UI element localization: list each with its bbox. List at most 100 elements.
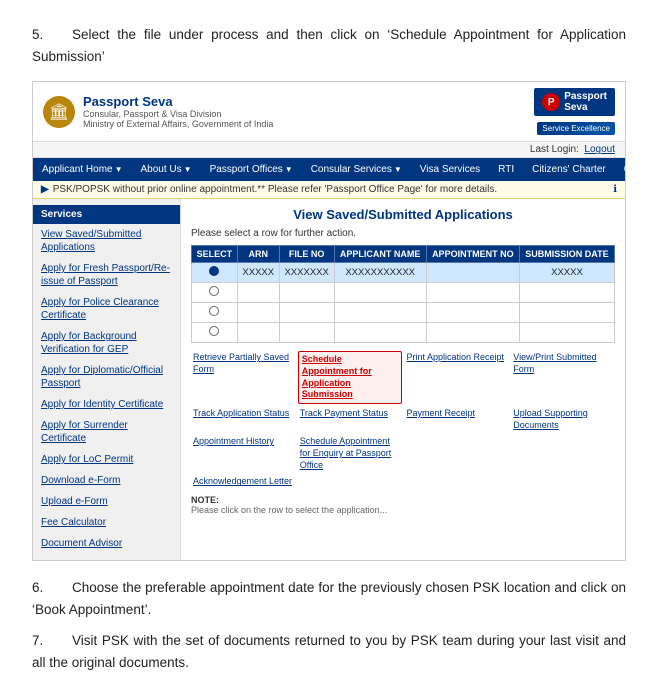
table-row[interactable] — [192, 323, 615, 343]
nav-consular-services[interactable]: Consular Services ▼ — [302, 158, 411, 181]
sidebar-link-fresh-passport[interactable]: Apply for Fresh Passport/Re-issue of Pas… — [33, 258, 180, 292]
cell-arn: XXXXX — [237, 263, 279, 283]
ticker-info-icon[interactable]: ℹ — [613, 184, 617, 195]
radio-unselected[interactable] — [209, 326, 219, 336]
radio-unselected[interactable] — [209, 306, 219, 316]
sidebar-link-diplomatic-passport[interactable]: Apply for Diplomatic/Official Passport — [33, 360, 180, 394]
cell-appointment-no — [426, 303, 519, 323]
note-label: NOTE: — [191, 495, 615, 505]
cell-appointment-no — [426, 283, 519, 303]
cell-applicant-name — [334, 303, 426, 323]
cell-applicant-name — [334, 283, 426, 303]
link-retrieve-form[interactable]: Retrieve Partially Saved Form — [191, 351, 295, 404]
nav-applicant-home[interactable]: Applicant Home ▼ — [33, 158, 132, 181]
nav-arrow-icon: ▼ — [184, 165, 192, 174]
portal-title: Passport Seva — [83, 94, 273, 109]
note-desc: Please click on the row to select the ap… — [191, 505, 615, 515]
link-schedule-appointment[interactable]: Schedule Appointment for Application Sub… — [298, 351, 402, 404]
cell-submission-date: XXXXX — [519, 263, 614, 283]
table-row[interactable]: XXXXX XXXXXXX XXXXXXXXXXX XXXXX — [192, 263, 615, 283]
sidebar-link-loc-permit[interactable]: Apply for LoC Permit — [33, 449, 180, 470]
portal-content: Services View Saved/Submitted Applicatio… — [33, 199, 625, 560]
link-upload-docs[interactable]: Upload Supporting Documents — [511, 407, 615, 432]
link-appointment-history[interactable]: Appointment History — [191, 435, 295, 472]
nav-arrow-icon: ▼ — [115, 165, 123, 174]
cell-file-no — [279, 283, 334, 303]
table-row[interactable] — [192, 303, 615, 323]
sidebar-link-view-saved[interactable]: View Saved/Submitted Applications — [33, 224, 180, 258]
cell-applicant-name: XXXXXXXXXXX — [334, 263, 426, 283]
page-container: 5.Select the file under process and then… — [0, 0, 658, 698]
nav-arrow-icon: ▼ — [285, 165, 293, 174]
portal-nav: Applicant Home ▼ About Us ▼ Passport Off… — [33, 158, 625, 181]
link-view-print-form[interactable]: View/Print Submitted Form — [511, 351, 615, 404]
col-select: SELECT — [192, 246, 238, 263]
portal-main: View Saved/Submitted Applications Please… — [181, 199, 625, 560]
portal-sub2: Ministry of External Affairs, Government… — [83, 119, 273, 129]
link-payment-receipt[interactable]: Payment Receipt — [405, 407, 509, 432]
sidebar-link-download-eform[interactable]: Download e-Form — [33, 470, 180, 491]
nav-about-us[interactable]: About Us ▼ — [132, 158, 201, 181]
portal-logo-text: Passport Seva Consular, Passport & Visa … — [83, 94, 273, 129]
cell-file-no: XXXXXXX — [279, 263, 334, 283]
portal-sub1: Consular, Passport & Visa Division — [83, 109, 273, 119]
sidebar-link-identity-certificate[interactable]: Apply for Identity Certificate — [33, 394, 180, 415]
badge-text: Passport Seva — [564, 91, 607, 113]
sidebar-link-background-verification[interactable]: Apply for Background Verification for GE… — [33, 326, 180, 360]
link-track-application[interactable]: Track Application Status — [191, 407, 295, 432]
portal-logo-right: P Passport Seva Service Excellence — [534, 88, 615, 135]
portal-ticker: ▶ PSK/POPSK without prior online appoint… — [33, 181, 625, 199]
step6-number: 6. — [32, 577, 72, 599]
col-appointment-no: APPOINTMENT NO — [426, 246, 519, 263]
link-acknowledgement[interactable]: Acknowledgement Letter — [191, 475, 295, 489]
radio-selected[interactable] — [209, 266, 219, 276]
portal-logo-area: 🏛 Passport Seva Consular, Passport & Vis… — [43, 94, 273, 129]
col-submission-date: SUBMISSION DATE — [519, 246, 614, 263]
sidebar-link-fee-calculator[interactable]: Fee Calculator — [33, 512, 180, 533]
cell-submission-date — [519, 283, 614, 303]
col-arn: ARN — [237, 246, 279, 263]
cell-file-no — [279, 323, 334, 343]
logout-link[interactable]: Logout — [584, 144, 615, 155]
step5-number: 5. — [32, 24, 72, 46]
link-schedule-enquiry[interactable]: Schedule Appointment for Enquiry at Pass… — [298, 435, 402, 472]
passport-seva-badge: P Passport Seva — [534, 88, 615, 116]
portal-wrapper: 🏛 Passport Seva Consular, Passport & Vis… — [32, 81, 626, 561]
service-excellence-badge: Service Excellence — [537, 122, 615, 135]
cell-file-no — [279, 303, 334, 323]
nav-citizens-charter[interactable]: Citizens' Charter — [523, 158, 615, 181]
cell-arn — [237, 283, 279, 303]
cell-arn — [237, 303, 279, 323]
cell-appointment-no — [426, 263, 519, 283]
link-print-receipt[interactable]: Print Application Receipt — [405, 351, 509, 404]
cell-applicant-name — [334, 323, 426, 343]
main-title: View Saved/Submitted Applications — [191, 207, 615, 222]
ticker-arrow-icon: ▶ — [41, 184, 49, 195]
nav-contact-us[interactable]: Contact Us ▼ — [615, 158, 658, 181]
cell-submission-date — [519, 303, 614, 323]
step7-instruction: 7.Visit PSK with the set of documents re… — [32, 630, 626, 673]
radio-unselected[interactable] — [209, 286, 219, 296]
last-login-bar: Last Login: Logout — [33, 142, 625, 158]
sidebar-header: Services — [33, 205, 180, 224]
table-row[interactable] — [192, 283, 615, 303]
nav-rti[interactable]: RTI — [489, 158, 523, 181]
step6-instruction: 6.Choose the preferable appointment date… — [32, 577, 626, 620]
col-file-no: FILE NO — [279, 246, 334, 263]
sidebar-link-document-advisor[interactable]: Document Advisor — [33, 533, 180, 554]
link-track-payment[interactable]: Track Payment Status — [298, 407, 402, 432]
nav-visa-services[interactable]: Visa Services — [411, 158, 489, 181]
nav-arrow-icon: ▼ — [394, 165, 402, 174]
nav-passport-offices[interactable]: Passport Offices ▼ — [201, 158, 302, 181]
applications-table: SELECT ARN FILE NO APPLICANT NAME APPOIN… — [191, 245, 615, 343]
emblem-icon: 🏛 — [43, 96, 75, 128]
action-links-grid: Retrieve Partially Saved Form Schedule A… — [191, 351, 615, 489]
cell-arn — [237, 323, 279, 343]
sidebar-link-police-clearance[interactable]: Apply for Police Clearance Certificate — [33, 292, 180, 326]
col-applicant-name: APPLICANT NAME — [334, 246, 426, 263]
sidebar-link-upload-eform[interactable]: Upload e-Form — [33, 491, 180, 512]
badge-icon: P — [542, 93, 560, 111]
action-prompt: Please select a row for further action. — [191, 228, 615, 239]
cell-submission-date — [519, 323, 614, 343]
sidebar-link-surrender-certificate[interactable]: Apply for Surrender Certificate — [33, 415, 180, 449]
